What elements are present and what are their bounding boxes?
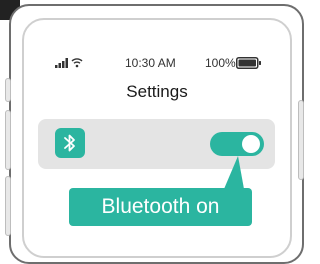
- status-bar: 10:30 AM 100%: [55, 56, 267, 70]
- device-side-button: [5, 78, 11, 102]
- device-volume-button: [5, 176, 11, 236]
- page-title: Settings: [126, 82, 188, 101]
- signal-icon: [55, 58, 68, 68]
- bluetooth-callout: Bluetooth on: [69, 188, 252, 226]
- bluetooth-icon: [55, 128, 85, 158]
- bluetooth-setting-row[interactable]: [38, 119, 275, 169]
- toggle-knob: [242, 135, 260, 153]
- status-time: 10:30 AM: [125, 56, 176, 70]
- battery-percentage: 100%: [205, 56, 236, 70]
- battery-icon: [236, 57, 261, 69]
- device-power-button: [298, 100, 304, 180]
- bluetooth-toggle[interactable]: [210, 132, 264, 156]
- device-volume-button: [5, 110, 11, 170]
- wifi-icon: [71, 58, 83, 68]
